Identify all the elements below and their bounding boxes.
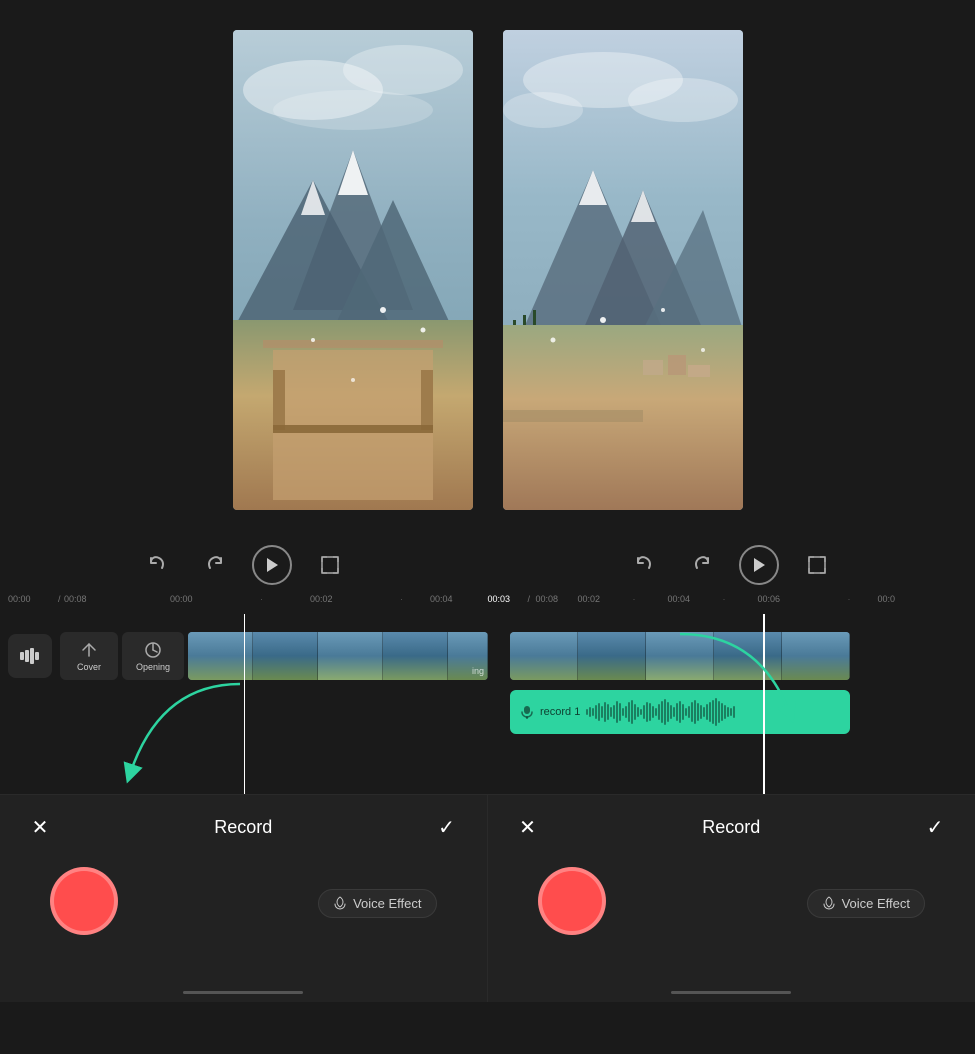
- right-playhead: [763, 614, 765, 794]
- left-playhead: [244, 614, 245, 794]
- right-marker-0: 00:02: [578, 594, 601, 604]
- left-marker-0: 00:00: [170, 594, 193, 604]
- right-scroll-indicator: [671, 991, 791, 994]
- left-record-panel: ✕ Record ✓ Voice Effect: [0, 795, 488, 1002]
- opening-label: Opening: [136, 662, 170, 672]
- left-voice-effect-label: Voice Effect: [353, 896, 421, 911]
- right-video-preview: [503, 30, 743, 510]
- preview-area: [0, 0, 975, 540]
- right-panel-actions: Voice Effect: [488, 859, 975, 943]
- left-voice-effect-button[interactable]: Voice Effect: [318, 889, 436, 918]
- left-time-total: 00:08: [64, 594, 87, 604]
- right-voice-effect-button[interactable]: Voice Effect: [807, 889, 925, 918]
- undo-button[interactable]: [140, 547, 176, 583]
- right-undo-button[interactable]: [627, 547, 663, 583]
- right-marker-1: 00:04: [668, 594, 691, 604]
- left-marker-dot-2: ·: [400, 594, 403, 604]
- left-panel-title: Record: [214, 817, 272, 838]
- record1-track[interactable]: record 1: [510, 690, 850, 734]
- right-confirm-button[interactable]: ✓: [919, 811, 951, 843]
- left-panel-actions: Voice Effect: [0, 859, 487, 943]
- right-video-strip[interactable]: [510, 632, 850, 680]
- audio-track-icon: [8, 634, 52, 678]
- right-voice-effect-label: Voice Effect: [842, 896, 910, 911]
- right-controls: [488, 540, 975, 590]
- right-close-button[interactable]: ✕: [512, 811, 544, 843]
- left-marker-dot-1: ·: [260, 594, 263, 604]
- right-dot-1: ·: [633, 594, 636, 604]
- right-panel-header: ✕ Record ✓: [488, 795, 975, 851]
- left-ruler: 00:00 / 00:08 00:00 · 00:02 · 00:04: [0, 590, 488, 614]
- right-panel-title: Record: [702, 817, 760, 838]
- right-ruler: 00:03 / 00:08 00:02 · 00:04 · 00:06 · 00…: [488, 590, 975, 614]
- left-video-strip[interactable]: ing: [188, 632, 488, 680]
- waveform: [586, 698, 840, 726]
- right-fullscreen-button[interactable]: [799, 547, 835, 583]
- cover-label: Cover: [77, 662, 101, 672]
- opening-button[interactable]: Opening: [122, 632, 184, 680]
- left-panel-header: ✕ Record ✓: [0, 795, 487, 851]
- right-redo-button[interactable]: [683, 547, 719, 583]
- left-confirm-button[interactable]: ✓: [431, 811, 463, 843]
- left-video-preview: [233, 30, 473, 510]
- left-controls: [0, 540, 488, 590]
- arrow-left: [100, 674, 260, 794]
- strip-label: ing: [472, 666, 484, 676]
- right-dot-3: ·: [848, 594, 851, 604]
- timeline-ruler: 00:00 / 00:08 00:00 · 00:02 · 00:04 00:0…: [0, 590, 975, 614]
- right-record-button[interactable]: [538, 867, 606, 935]
- left-play-button[interactable]: [252, 545, 292, 585]
- left-marker-2: 00:04: [430, 594, 453, 604]
- left-close-button[interactable]: ✕: [24, 811, 56, 843]
- record1-label: record 1: [540, 706, 580, 718]
- left-marker-1: 00:02: [310, 594, 333, 604]
- left-fullscreen-button[interactable]: [312, 547, 348, 583]
- redo-button[interactable]: [196, 547, 232, 583]
- right-play-button[interactable]: [739, 545, 779, 585]
- cover-button[interactable]: Cover: [60, 632, 118, 680]
- right-time-sep: /: [528, 594, 531, 604]
- bottom-panels: ✕ Record ✓ Voice Effect ✕ Record ✓: [0, 794, 975, 1002]
- left-time-current: 00:00: [8, 594, 31, 604]
- right-dot-2: ·: [723, 594, 726, 604]
- left-record-button[interactable]: [50, 867, 118, 935]
- right-time-current: 00:03: [488, 594, 511, 604]
- right-time-total: 00:08: [536, 594, 559, 604]
- timeline-area: Cover Opening ing: [0, 614, 975, 794]
- right-record-panel: ✕ Record ✓ Voice Effect: [488, 795, 975, 1002]
- controls-bar: [0, 540, 975, 590]
- right-marker-2: 00:06: [758, 594, 781, 604]
- right-marker-3: 00:0: [878, 594, 896, 604]
- left-scroll-indicator: [183, 991, 303, 994]
